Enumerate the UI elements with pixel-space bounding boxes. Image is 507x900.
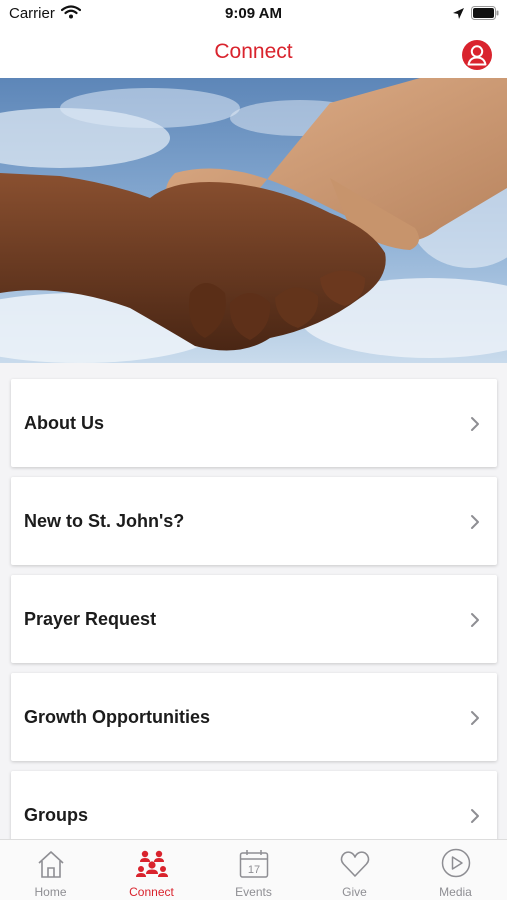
menu-item-label: About Us xyxy=(24,413,104,433)
menu-item-prayer-request[interactable]: Prayer Request xyxy=(11,575,497,663)
menu-item-label: Prayer Request xyxy=(24,609,157,629)
heart-icon xyxy=(340,851,369,877)
tab-bar: Home Connect 17 Events Give Media xyxy=(0,839,507,900)
menu-item-label: Groups xyxy=(24,805,89,825)
menu-item-about-us[interactable]: About Us xyxy=(11,379,497,467)
chevron-right-icon xyxy=(471,417,479,431)
menu-item-label: New to St. John's? xyxy=(24,511,185,531)
status-time: 9:09 AM xyxy=(225,5,282,22)
menu-item-growth-opportunities[interactable]: Growth Opportunities xyxy=(11,673,497,761)
tab-media[interactable]: Media xyxy=(405,840,506,900)
calendar-day: 17 xyxy=(247,864,259,876)
chevron-right-icon xyxy=(471,711,479,725)
home-icon xyxy=(37,851,64,878)
user-icon xyxy=(467,45,487,66)
play-icon xyxy=(441,848,470,878)
connect-menu-list: About Us New to St. John's? Prayer Reque… xyxy=(0,363,507,839)
people-icon xyxy=(135,850,168,877)
navigation-bar: Connect xyxy=(0,28,507,78)
profile-button[interactable] xyxy=(462,40,492,70)
page-title: Connect xyxy=(214,40,293,63)
tab-label: Media xyxy=(439,885,472,899)
location-arrow-icon xyxy=(453,8,464,19)
chevron-right-icon xyxy=(471,515,479,529)
menu-item-groups[interactable]: Groups xyxy=(11,771,497,839)
chevron-right-icon xyxy=(471,809,479,823)
calendar-icon: 17 xyxy=(239,850,268,878)
status-bar: Carrier 9:09 AM xyxy=(0,0,507,28)
chevron-right-icon xyxy=(471,613,479,627)
handshake-photo xyxy=(0,78,507,363)
tab-label: Events xyxy=(235,885,272,899)
battery-icon xyxy=(471,6,499,20)
tab-connect[interactable]: Connect xyxy=(101,840,202,900)
tab-give[interactable]: Give xyxy=(304,840,405,900)
tab-home[interactable]: Home xyxy=(0,840,101,900)
menu-item-new-to-st-johns[interactable]: New to St. John's? xyxy=(11,477,497,565)
hero-image xyxy=(0,78,507,363)
tab-label: Home xyxy=(34,885,67,899)
tab-events[interactable]: 17 Events xyxy=(203,840,304,900)
menu-item-label: Growth Opportunities xyxy=(24,707,210,727)
tab-label: Give xyxy=(342,885,367,899)
tab-label: Connect xyxy=(129,885,174,899)
